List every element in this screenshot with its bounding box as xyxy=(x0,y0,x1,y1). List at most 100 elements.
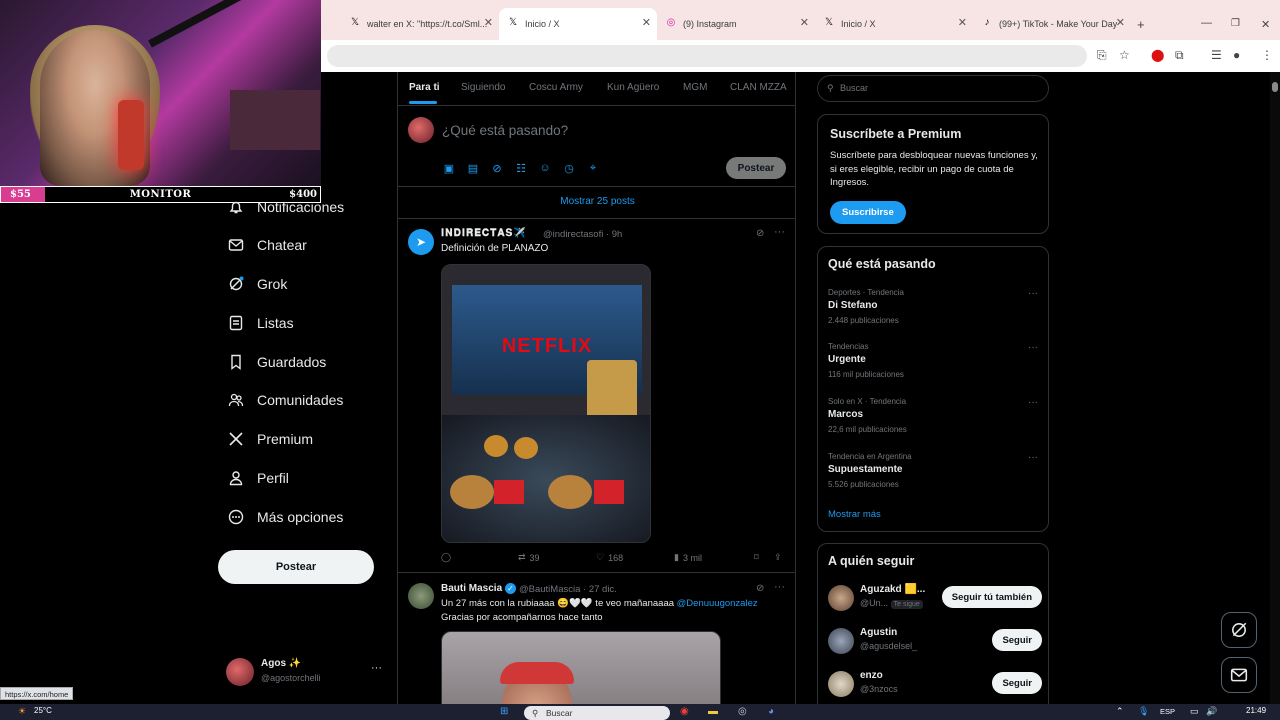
nav-communities[interactable]: Comunidades xyxy=(228,388,343,412)
extensions-icon[interactable]: ⧉ xyxy=(1175,48,1184,63)
profile-icon[interactable]: ● xyxy=(1233,48,1240,62)
image-icon[interactable]: ▣ xyxy=(442,162,456,175)
post-handle[interactable]: @BautiMascia · 27 dic. xyxy=(519,584,617,595)
browser-tab[interactable]: 𝕏 Inicio / X ✕ xyxy=(815,8,973,40)
media-icon[interactable]: ☰ xyxy=(1211,48,1222,62)
nav-more[interactable]: Más opciones xyxy=(228,505,343,529)
trend-item[interactable]: Solo en X · Tendencia Marcos 22,6 mil pu… xyxy=(828,397,1038,434)
tab-mgm[interactable]: MGM xyxy=(683,82,707,93)
trend-item[interactable]: Deportes · Tendencia Di Stefano 2.448 pu… xyxy=(828,288,1038,325)
nav-profile[interactable]: Perfil xyxy=(228,466,289,490)
tab-coscu-army[interactable]: Coscu Army xyxy=(529,82,583,93)
opera-icon[interactable]: ⬤ xyxy=(1151,48,1164,62)
close-icon[interactable]: ✕ xyxy=(958,16,967,29)
views-button[interactable]: ▮ 3 mil xyxy=(674,552,702,563)
share-button[interactable]: ⇪ xyxy=(774,552,782,563)
reply-button[interactable]: ◯ xyxy=(441,552,451,563)
close-icon[interactable]: ✕ xyxy=(484,16,493,29)
browser-tab[interactable]: ♪ (99+) TikTok - Make Your Day ✕ xyxy=(973,8,1131,40)
trend-item[interactable]: Tendencias Urgente 116 mil publicaciones… xyxy=(828,342,1038,379)
more-icon[interactable]: ··· xyxy=(371,662,382,674)
more-icon[interactable]: ··· xyxy=(774,226,785,238)
more-icon[interactable]: ··· xyxy=(1028,397,1038,408)
language-indicator[interactable]: ESP xyxy=(1160,707,1175,716)
address-bar[interactable] xyxy=(327,45,1087,67)
nav-notifications[interactable]: Notificaciones xyxy=(228,195,344,219)
mic-icon[interactable]: 🎙 xyxy=(1138,706,1149,717)
windows-start-icon[interactable]: ⊞ xyxy=(500,706,508,717)
star-icon[interactable]: ☆ xyxy=(1119,48,1130,62)
location-icon[interactable]: ⌖ xyxy=(586,162,600,175)
gif-icon[interactable]: ▤ xyxy=(466,162,480,175)
account-switcher[interactable]: Agos ✨ @agostorchelli ··· xyxy=(226,656,386,688)
taskbar-search[interactable]: ⚲ Buscar xyxy=(524,706,670,720)
minimize-icon[interactable]: — xyxy=(1201,17,1212,29)
folder-icon[interactable]: ▬ xyxy=(708,706,718,717)
close-icon[interactable]: ✕ xyxy=(642,16,651,29)
poll-icon[interactable]: ☷ xyxy=(514,162,528,175)
restore-icon[interactable]: ❐ xyxy=(1231,18,1240,29)
follow-button[interactable]: Seguir xyxy=(992,672,1042,694)
search-input[interactable]: ⚲ Buscar xyxy=(817,75,1049,102)
nav-premium[interactable]: Premium xyxy=(228,427,313,451)
trend-item[interactable]: Tendencia en Argentina Supuestamente 5.5… xyxy=(828,452,1038,489)
weather-temp[interactable]: 25°C xyxy=(34,706,52,715)
grok-icon[interactable]: ⊘ xyxy=(756,583,764,594)
follow-suggestion[interactable]: enzo @3nzocs Seguir xyxy=(828,669,1042,699)
wifi-icon[interactable]: ▭ xyxy=(1190,706,1199,717)
browser-tab-active[interactable]: 𝕏 Inicio / X ✕ xyxy=(499,8,657,40)
post-author[interactable]: Bauti Mascia xyxy=(441,583,502,594)
follow-suggestion[interactable]: Agustin @agusdelsel_ Seguir xyxy=(828,626,1042,656)
show-new-posts[interactable]: Mostrar 25 posts xyxy=(398,196,795,207)
clock[interactable]: 21:49 xyxy=(1246,706,1266,715)
subscribe-button[interactable]: Suscribirse xyxy=(830,201,906,224)
follow-suggestion[interactable]: Aguzakd 🟨... @Un... Te sigue Seguir tú t… xyxy=(828,583,1042,613)
tab-kun-aguero[interactable]: Kun Agüero xyxy=(607,82,659,93)
grok-fab[interactable] xyxy=(1221,612,1257,648)
browser-tab[interactable]: 𝕏 walter en X: "https://t.co/Sml... ✕ xyxy=(341,8,499,40)
post-image[interactable]: NETFLIX xyxy=(441,264,651,543)
tab-para-ti[interactable]: Para ti xyxy=(409,82,440,93)
messages-fab[interactable] xyxy=(1221,657,1257,693)
post-author[interactable]: 𝐈𝐍𝐃𝐈𝐑𝐄𝐂𝐓𝐀𝐒✈️ xyxy=(441,228,527,239)
browser-tab[interactable]: ◎ (9) Instagram ✕ xyxy=(657,8,815,40)
volume-icon[interactable]: 🔊 xyxy=(1206,706,1217,717)
schedule-icon[interactable]: ◷ xyxy=(562,162,576,175)
new-tab-icon[interactable]: + xyxy=(1137,17,1145,32)
chrome-icon[interactable]: ◉ xyxy=(680,706,689,717)
more-icon[interactable]: ··· xyxy=(774,581,785,593)
post-button[interactable]: Postear xyxy=(218,550,374,584)
close-icon[interactable]: ✕ xyxy=(1116,16,1125,29)
grok-icon[interactable]: ⊘ xyxy=(756,228,764,239)
chevron-up-icon[interactable]: ⌃ xyxy=(1116,706,1124,717)
composer-input[interactable]: ¿Qué está pasando? xyxy=(442,123,568,138)
more-icon[interactable]: ··· xyxy=(1028,288,1038,299)
install-icon[interactable]: ⎘ xyxy=(1097,48,1107,63)
like-button[interactable]: ♡ 168 xyxy=(596,552,623,563)
emoji-icon[interactable]: ☺ xyxy=(538,162,552,174)
nav-grok[interactable]: Grok xyxy=(228,272,287,296)
menu-icon[interactable]: ⋮ xyxy=(1261,48,1273,62)
close-window-icon[interactable]: ✕ xyxy=(1261,18,1270,31)
scrollbar[interactable] xyxy=(1270,72,1280,704)
mention-link[interactable]: @Denuuugonzalez xyxy=(677,598,758,609)
tab-clan-mzza[interactable]: CLAN MZZA xyxy=(730,82,787,93)
scrollbar-thumb[interactable] xyxy=(1272,82,1278,92)
more-icon[interactable]: ··· xyxy=(1028,452,1038,463)
nav-bookmarks[interactable]: Guardados xyxy=(228,350,326,374)
bookmark-button[interactable]: ⌑ xyxy=(754,552,759,563)
post-handle[interactable]: @indirectasofi · 9h xyxy=(543,229,622,240)
nav-chat[interactable]: Chatear xyxy=(228,233,307,257)
show-more-link[interactable]: Mostrar más xyxy=(828,509,881,520)
repost-button[interactable]: ⇄ 39 xyxy=(518,552,540,563)
more-icon[interactable]: ··· xyxy=(1028,342,1038,353)
follow-button[interactable]: Seguir xyxy=(992,629,1042,651)
obs-icon[interactable]: ◎ xyxy=(738,706,747,717)
composer-post-button[interactable]: Postear xyxy=(726,157,786,179)
nav-lists[interactable]: Listas xyxy=(228,311,294,335)
tab-siguiendo[interactable]: Siguiendo xyxy=(461,82,505,93)
close-icon[interactable]: ✕ xyxy=(800,16,809,29)
follow-back-button[interactable]: Seguir tú también xyxy=(941,586,1042,608)
grok-icon[interactable]: ⊘ xyxy=(490,162,504,175)
discord-icon[interactable]: ◕ xyxy=(768,706,774,717)
